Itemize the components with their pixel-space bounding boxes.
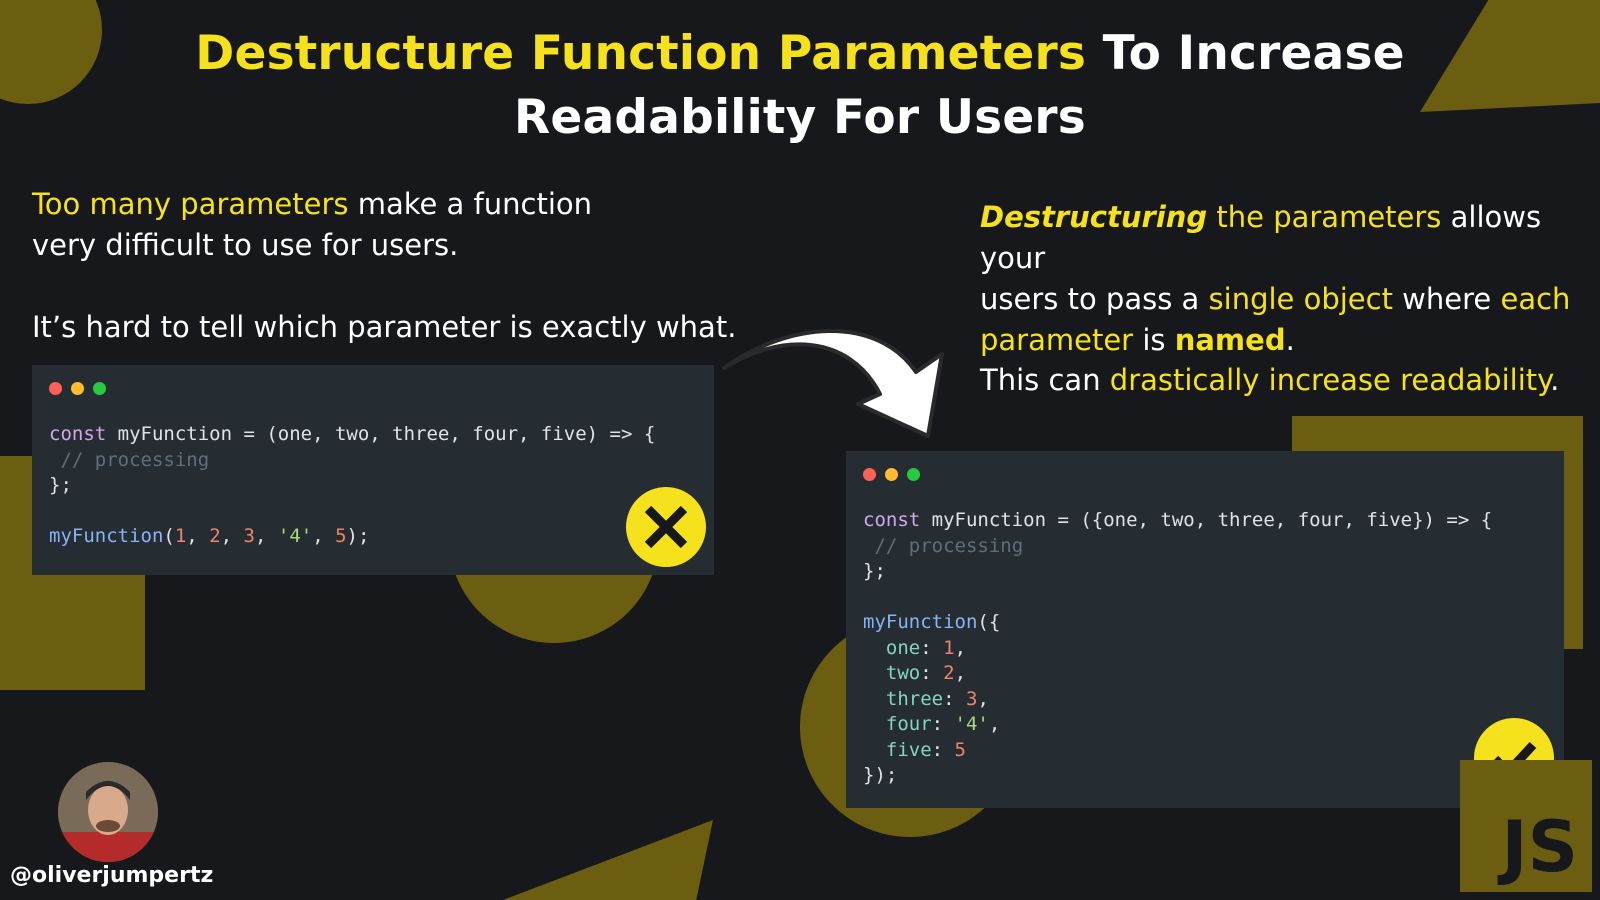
code-property: three bbox=[885, 687, 944, 710]
bad-code-panel: const myFunction = (one, two, three, fou… bbox=[32, 365, 714, 575]
right-highlight: single object bbox=[1208, 282, 1393, 316]
code-punct: , bbox=[186, 525, 210, 547]
js-logo: JS bbox=[1460, 760, 1592, 892]
right-highlight: parameter bbox=[980, 323, 1134, 357]
code-property: five bbox=[885, 738, 932, 761]
code-function-name: myFunction bbox=[49, 525, 164, 547]
left-highlight: Too many parameters bbox=[32, 187, 349, 221]
avatar bbox=[58, 762, 158, 862]
title-rest: To Increase bbox=[1086, 26, 1405, 81]
good-code: const myFunction = ({one, two, three, fo… bbox=[863, 509, 1493, 786]
right-text: . bbox=[1285, 323, 1295, 357]
left-note-text: It’s hard to tell which parameter is exa… bbox=[32, 310, 737, 344]
x-badge bbox=[626, 487, 706, 567]
code-function-name: myFunction bbox=[863, 611, 978, 633]
code-number: 2 bbox=[209, 525, 221, 547]
js-logo-text: JS bbox=[1501, 806, 1578, 888]
code-line: }; bbox=[863, 560, 886, 582]
right-text: This can bbox=[980, 363, 1110, 397]
maximize-dot-icon bbox=[907, 468, 920, 481]
right-description: Destructuring the parameters allows your… bbox=[980, 197, 1600, 361]
code-property: two bbox=[885, 662, 921, 684]
code-line: }; bbox=[49, 474, 72, 496]
code-punct: ); bbox=[346, 525, 370, 547]
decor-triangle-bottom bbox=[503, 820, 713, 900]
code-punct: , bbox=[954, 636, 967, 659]
maximize-dot-icon bbox=[93, 382, 106, 395]
code-line: myFunction = (one, two, three, four, fiv… bbox=[106, 423, 656, 445]
code-number: 1 bbox=[943, 636, 955, 659]
right-text: . bbox=[1550, 363, 1560, 397]
code-number: 5 bbox=[335, 525, 347, 547]
page-title: Destructure Function Parameters To Incre… bbox=[0, 22, 1600, 150]
close-dot-icon bbox=[49, 382, 62, 395]
left-text-rest: make a function bbox=[348, 187, 592, 221]
code-comment: // processing bbox=[49, 448, 210, 471]
left-note: It’s hard to tell which parameter is exa… bbox=[32, 307, 752, 348]
code-keyword: const bbox=[863, 509, 921, 531]
code-keyword: const bbox=[49, 423, 107, 445]
right-highlight: drastically increase readability bbox=[1109, 363, 1551, 397]
code-punct: }); bbox=[863, 764, 898, 786]
code-punct: , bbox=[220, 525, 244, 547]
code-number: 3 bbox=[243, 525, 255, 547]
window-controls bbox=[863, 468, 920, 481]
left-text-line2: very difficult to use for users. bbox=[32, 228, 459, 262]
code-comment: // processing bbox=[863, 534, 1024, 557]
code-punct: ({ bbox=[977, 611, 1001, 633]
curved-arrow-icon bbox=[722, 329, 944, 438]
code-string: '4' bbox=[277, 525, 313, 547]
right-bold: named bbox=[1174, 323, 1286, 357]
right-highlight: each bbox=[1500, 282, 1571, 316]
code-punct: ( bbox=[163, 525, 175, 547]
minimize-dot-icon bbox=[885, 468, 898, 481]
x-icon bbox=[644, 505, 688, 549]
window-controls bbox=[49, 382, 106, 395]
minimize-dot-icon bbox=[71, 382, 84, 395]
good-code-panel: const myFunction = ({one, two, three, fo… bbox=[846, 451, 1564, 808]
code-punct: , bbox=[988, 713, 1001, 735]
right-text: where bbox=[1392, 282, 1501, 316]
code-string: '4' bbox=[954, 713, 989, 735]
code-line: myFunction = ({one, two, three, four, fi… bbox=[920, 509, 1493, 531]
code-number: 5 bbox=[954, 738, 966, 761]
right-highlight: the parameters bbox=[1207, 200, 1442, 234]
avatar-photo-icon bbox=[58, 762, 158, 862]
code-punct: , bbox=[977, 687, 989, 710]
code-punct: , bbox=[312, 525, 336, 547]
right-em: Destructuring bbox=[980, 200, 1208, 234]
code-number: 3 bbox=[965, 687, 978, 710]
code-number: 1 bbox=[174, 525, 187, 547]
close-dot-icon bbox=[863, 468, 876, 481]
author-handle: @oliverjumpertz bbox=[10, 863, 214, 888]
code-punct: , bbox=[254, 525, 278, 547]
bad-code: const myFunction = (one, two, three, fou… bbox=[49, 422, 655, 550]
code-property: one bbox=[885, 636, 921, 659]
code-property: four bbox=[885, 713, 932, 735]
code-number: 2 bbox=[943, 662, 955, 684]
right-note: This can drastically increase readabilit… bbox=[980, 360, 1600, 401]
right-text: is bbox=[1133, 323, 1175, 357]
right-text: users to pass a bbox=[980, 282, 1209, 316]
title-line2: Readability For Users bbox=[514, 90, 1086, 145]
title-highlight: Destructure Function Parameters bbox=[195, 26, 1087, 81]
code-punct: , bbox=[954, 662, 967, 684]
left-description: Too many parameters make a function very… bbox=[32, 184, 732, 266]
